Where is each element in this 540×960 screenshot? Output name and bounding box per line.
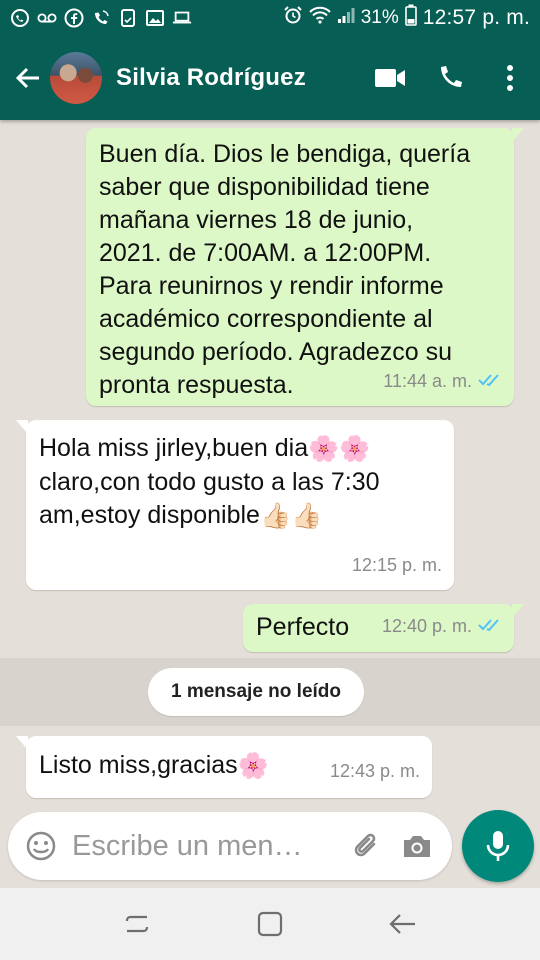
message-composer <box>8 812 452 880</box>
voicemail-icon <box>37 8 57 28</box>
message-line: Buen día. Dios le bendiga, quería <box>99 140 471 168</box>
back-nav-icon[interactable] <box>373 894 433 954</box>
cherry-blossom-emoji: 🌸 <box>237 751 269 780</box>
message-outgoing[interactable]: Perfecto 12:40 p. m. <box>243 604 524 652</box>
message-meta: 11:44 a. m. <box>383 365 502 398</box>
message-line: Para reunirnos y rendir informe <box>99 272 444 300</box>
camera-icon[interactable] <box>392 821 442 871</box>
cherry-blossom-emoji: 🌸🌸 <box>308 434 371 463</box>
wifi-call-icon <box>91 8 111 28</box>
message-meta: 12:40 p. m. <box>382 610 502 643</box>
wifi-icon <box>308 5 331 31</box>
recent-apps-icon[interactable] <box>107 894 167 954</box>
message-time: 12:40 p. m. <box>381 616 472 636</box>
read-ticks-icon <box>478 610 502 643</box>
message-line: mañana viernes 18 de junio, <box>99 206 414 234</box>
message-line: saber que disponibilidad tiene <box>99 173 430 201</box>
message-text: Perfecto <box>256 613 350 641</box>
chat-area[interactable]: Buen día. Dios le bendiga, quería saber … <box>0 120 540 810</box>
message-time: 12:15 p. m. <box>351 555 442 575</box>
contact-avatar[interactable] <box>50 52 102 104</box>
system-nav-bar <box>0 888 540 960</box>
message-line: 2021. de 7:00AM. a 12:00PM. <box>99 239 432 267</box>
message-incoming[interactable]: Hola miss jirley,buen dia🌸🌸 claro,con to… <box>16 420 454 590</box>
battery-percent: 31% <box>360 7 399 28</box>
bubble-tail <box>16 420 28 434</box>
bubble-tail <box>512 128 524 142</box>
laptop-icon <box>172 8 192 28</box>
chat-header: Silvia Rodríguez <box>0 36 540 120</box>
message-text: Listo miss,gracias <box>39 751 238 779</box>
message-line: am,estoy disponible <box>39 500 260 529</box>
emoji-icon[interactable] <box>16 821 66 871</box>
contact-name[interactable]: Silvia Rodríguez <box>116 64 306 92</box>
message-meta: 12:15 p. m. <box>352 549 442 582</box>
battery-icon <box>404 4 417 32</box>
status-bar: 31% 12:57 p. m. <box>0 0 540 36</box>
attach-icon[interactable] <box>342 821 392 871</box>
message-incoming[interactable]: Listo miss,gracias🌸 12:43 p. m. <box>16 736 432 798</box>
thumbs-up-emoji: 👍🏻👍🏻 <box>259 501 323 530</box>
more-vert-icon[interactable] <box>480 48 540 108</box>
gallery-icon <box>145 8 165 28</box>
alarm-icon <box>283 5 303 31</box>
unread-divider: 1 mensaje no leído <box>148 668 364 716</box>
whatsapp-notification-icon <box>10 8 30 28</box>
status-time: 12:57 p. m. <box>422 6 530 29</box>
back-arrow-icon[interactable] <box>6 56 50 100</box>
message-line: claro,con todo gusto a las 7:30 <box>39 467 380 496</box>
signal-icon <box>337 5 355 31</box>
bubble-tail <box>512 604 524 618</box>
microphone-icon <box>486 831 510 861</box>
facebook-icon <box>64 8 84 28</box>
message-time: 12:43 p. m. <box>329 761 420 781</box>
read-ticks-icon <box>478 365 502 398</box>
phone-icon[interactable] <box>420 48 480 108</box>
message-meta: 12:43 p. m. <box>330 755 420 788</box>
bubble-tail <box>16 736 28 750</box>
message-input[interactable] <box>66 829 342 863</box>
message-line: Hola miss jirley,buen dia <box>39 434 309 462</box>
message-outgoing[interactable]: Buen día. Dios le bendiga, quería saber … <box>86 128 524 406</box>
message-line: académico correspondiente al <box>99 305 433 333</box>
voice-record-button[interactable] <box>462 810 534 882</box>
video-call-icon[interactable] <box>360 48 420 108</box>
home-icon[interactable] <box>240 894 300 954</box>
screenshot-icon <box>118 8 138 28</box>
message-time: 11:44 a. m. <box>383 371 472 391</box>
